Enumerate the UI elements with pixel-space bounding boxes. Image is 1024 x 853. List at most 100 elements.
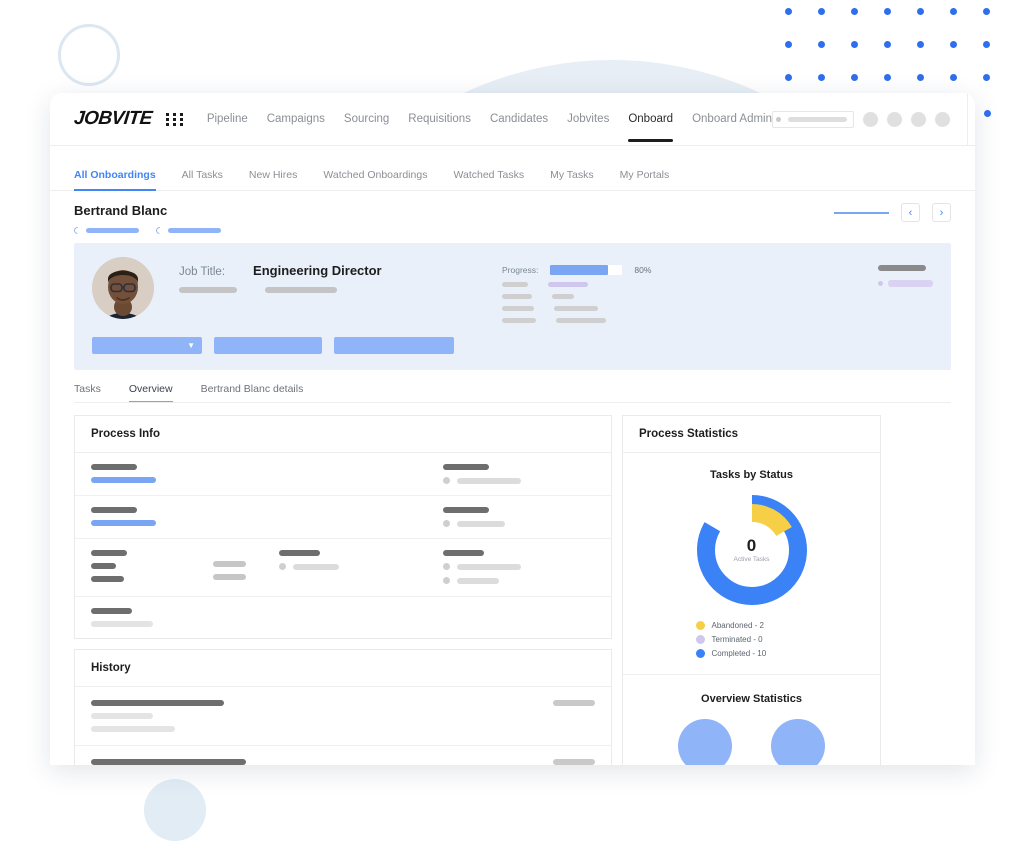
process-info-cell — [213, 464, 265, 484]
header-icon-3[interactable] — [911, 111, 927, 127]
overview-stat-circle[interactable] — [678, 719, 733, 765]
background-ring-circle — [58, 24, 120, 86]
progress-detail-row — [502, 294, 651, 299]
right-column: Process Statistics Tasks by Status 0 Act… — [622, 415, 881, 765]
prev-candidate-button[interactable]: ‹ — [901, 203, 920, 222]
history-row-content — [91, 759, 553, 765]
candidate-avatar-photo[interactable] — [92, 257, 154, 319]
placeholder-bar — [888, 280, 933, 287]
bullet-dot-icon — [443, 477, 450, 484]
header-icon-1[interactable] — [863, 111, 879, 127]
subnav-tab-watched-onboardings[interactable]: Watched Onboardings — [323, 159, 427, 191]
history-row-tag — [553, 700, 595, 706]
subnav-tab-watched-tasks[interactable]: Watched Tasks — [453, 159, 524, 191]
subnav-tab-new-hires[interactable]: New Hires — [249, 159, 297, 191]
topnav-item-candidates[interactable]: Candidates — [490, 96, 548, 142]
app-window: JOBVITE Pipeline Campaigns Sourcing Requ… — [50, 93, 975, 765]
background-solid-circle — [144, 779, 206, 841]
overview-tabs: Tasks Overview Bertrand Blanc details — [74, 383, 951, 403]
process-info-cell — [213, 550, 265, 585]
progress-detail-row — [502, 282, 651, 287]
job-title-row: Job Title: Engineering Director — [179, 263, 382, 278]
progress-bar-fill — [550, 265, 608, 275]
active-tasks-label: Active Tasks — [733, 556, 770, 563]
tab-overview[interactable]: Overview — [128, 383, 173, 402]
apps-grid-icon[interactable] — [165, 112, 185, 126]
profile-action-button-3[interactable] — [334, 337, 454, 354]
topnav-item-onboard-admin[interactable]: Onboard Admin — [692, 96, 772, 142]
donut-chart[interactable]: 0 Active Tasks — [696, 495, 807, 605]
placeholder-bar — [834, 211, 889, 214]
candidate-meta-item — [72, 225, 139, 236]
topnav-item-campaigns[interactable]: Campaigns — [267, 96, 325, 142]
profile-top-row: Job Title: Engineering Director — [92, 257, 454, 319]
subnav-tab-my-tasks[interactable]: My Tasks — [550, 159, 594, 191]
topnav-item-onboard[interactable]: Onboard — [628, 96, 673, 142]
history-row — [75, 687, 611, 746]
history-title: History — [75, 650, 611, 687]
legend-swatch-abandoned — [695, 621, 705, 630]
legend-item-terminated[interactable]: Terminated - 0 — [695, 635, 808, 644]
jobvite-logo[interactable]: JOBVITE — [73, 108, 153, 130]
search-icon — [776, 116, 782, 122]
progress-row: Progress: 80% — [502, 265, 651, 275]
search-placeholder-bar — [788, 116, 848, 122]
profile-fields: Job Title: Engineering Director — [179, 257, 382, 293]
process-info-row — [75, 597, 611, 638]
legend-item-abandoned[interactable]: Abandoned - 2 — [695, 621, 808, 630]
legend-swatch-completed — [695, 649, 705, 658]
job-title-label: Job Title: — [179, 266, 226, 278]
progress-detail-row — [502, 306, 651, 311]
placeholder-bar — [91, 563, 116, 569]
process-info-cell — [91, 608, 213, 627]
process-info-title: Process Info — [75, 416, 611, 453]
placeholder-bar — [548, 282, 588, 287]
profile-right-group — [878, 257, 933, 354]
main-content: Process Info History Process Statistics … — [50, 403, 975, 765]
top-nav-right-group — [772, 93, 975, 146]
subnav-tab-my-portals[interactable]: My Portals — [620, 159, 670, 191]
process-info-panel: Process Info — [74, 415, 612, 639]
placeholder-bar — [443, 464, 489, 470]
job-title-value: Engineering Director — [253, 263, 382, 278]
profile-dropdown-button[interactable]: ▼ — [92, 337, 202, 354]
tab-candidate-details[interactable]: Bertrand Blanc details — [201, 383, 304, 402]
placeholder-bar — [502, 318, 536, 323]
process-info-cell — [443, 550, 595, 585]
next-candidate-button[interactable]: › — [932, 203, 951, 222]
placeholder-bar — [91, 608, 132, 614]
top-navigation-bar: JOBVITE Pipeline Campaigns Sourcing Requ… — [50, 93, 975, 146]
process-info-dot-line — [279, 563, 443, 570]
tab-tasks[interactable]: Tasks — [74, 383, 101, 402]
candidate-meta-placeholders — [72, 225, 221, 236]
subnav-tab-all-tasks[interactable]: All Tasks — [182, 159, 223, 191]
bullet-dot-icon — [443, 577, 450, 584]
legend-item-completed[interactable]: Completed - 10 — [695, 649, 808, 658]
topnav-item-pipeline[interactable]: Pipeline — [207, 96, 248, 142]
profile-action-buttons: ▼ — [92, 337, 454, 354]
chart-legend: Abandoned - 2 Terminated - 0 Completed -… — [695, 621, 808, 658]
topnav-item-requisitions[interactable]: Requisitions — [408, 96, 471, 142]
overview-stat-circle[interactable] — [770, 719, 825, 765]
placeholder-bar — [265, 287, 337, 293]
placeholder-bar — [91, 713, 153, 719]
candidate-meta-item — [154, 225, 221, 236]
topnav-item-jobvites[interactable]: Jobvites — [567, 96, 609, 142]
topnav-item-sourcing[interactable]: Sourcing — [344, 96, 389, 142]
placeholder-bar — [457, 477, 521, 484]
placeholder-bar — [878, 265, 926, 271]
placeholder-bar — [213, 574, 246, 580]
placeholder-bar — [213, 561, 246, 567]
profile-action-button-2[interactable] — [214, 337, 322, 354]
background-dot-single — [984, 110, 991, 117]
subnav-tab-all-onboardings[interactable]: All Onboardings — [74, 159, 156, 191]
placeholder-bar — [91, 464, 137, 470]
placeholder-bar — [502, 282, 528, 287]
search-input[interactable] — [772, 110, 855, 128]
history-row — [75, 746, 611, 765]
header-icon-2[interactable] — [887, 111, 903, 127]
placeholder-bar — [502, 294, 532, 299]
header-icon-4[interactable] — [935, 111, 951, 127]
donut-center-label: 0 Active Tasks — [723, 522, 780, 578]
process-statistics-panel: Process Statistics Tasks by Status 0 Act… — [622, 415, 881, 765]
